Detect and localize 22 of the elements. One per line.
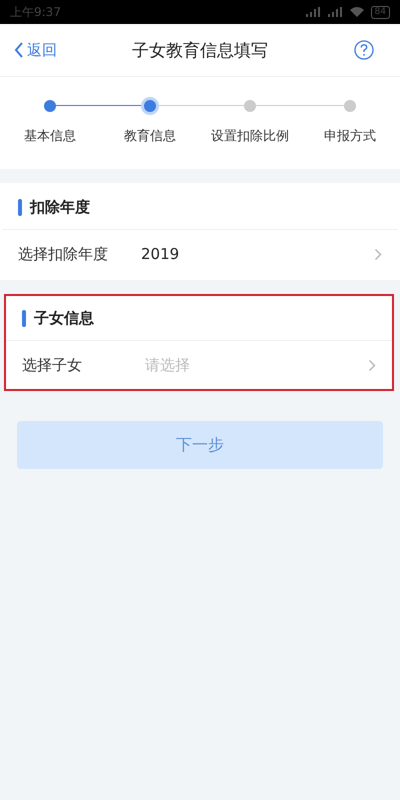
back-button[interactable]: 返回 [14,40,57,60]
wifi-icon [348,6,365,18]
page-title: 子女教育信息填写 [132,40,268,62]
signal-icon [326,6,343,18]
section-title: 扣除年度 [30,198,90,216]
step-label: 设置扣除比例 [211,128,289,145]
help-icon[interactable] [354,40,374,60]
accent-bar [18,198,22,216]
step-label: 基本信息 [24,128,76,145]
accent-bar [22,310,26,326]
status-time: 上午9:37 [10,4,61,20]
chevron-right-icon [374,248,382,260]
signal-icon [304,6,321,18]
step-label: 教育信息 [124,128,176,145]
select-row[interactable]: 选择扣除年度 2019 [2,230,398,278]
step-label: 申报方式 [324,128,376,145]
chevron-right-icon [368,358,376,372]
section-title: 子女信息 [34,308,94,328]
step-dot [144,100,156,112]
select-row[interactable]: 选择子女 请选择 [6,341,392,389]
chevron-left-icon [14,41,24,59]
battery-indicator: 84 [370,6,390,18]
